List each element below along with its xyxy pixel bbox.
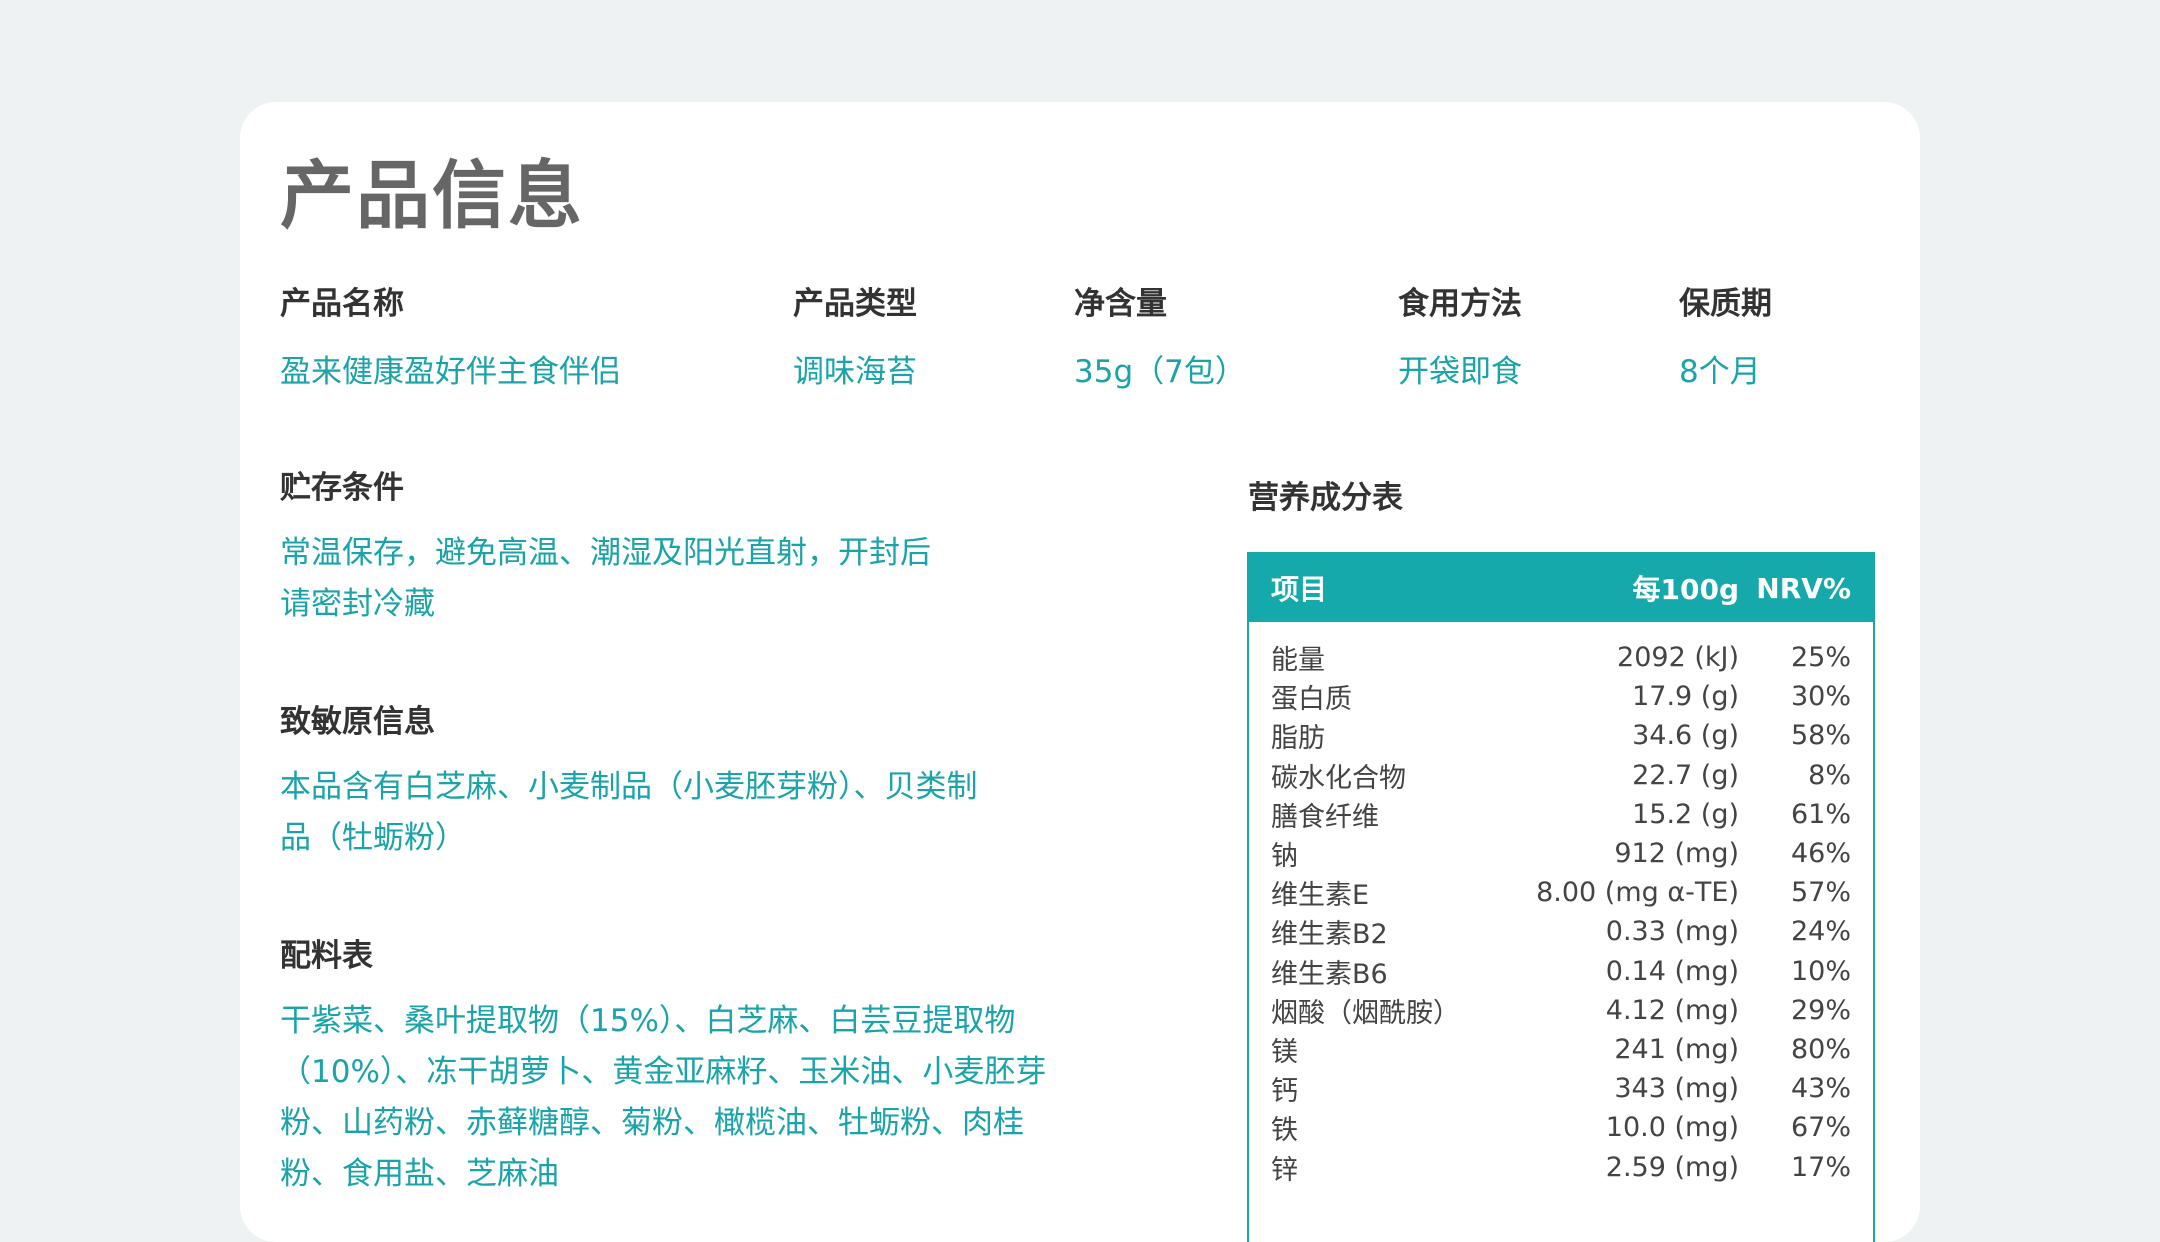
nutrient-name: 能量	[1271, 645, 1325, 677]
nutrient-amount: 4.12 (mg)	[1605, 994, 1739, 1026]
allergen-text: 本品含有白芝麻、小麦制品（小麦胚芽粉）、贝类制品（牡蛎粉）	[280, 769, 978, 856]
nutrient-amount: 8.00 (mg α-TE)	[1536, 877, 1739, 909]
info-shelf-life: 保质期 8个月	[1679, 282, 1772, 394]
info-value: 35g（7包）	[1074, 354, 1246, 390]
table-row: 维生素E 8.00 (mg α-TE) 57%	[1249, 873, 1873, 912]
header-per-100g: 每100g	[1632, 573, 1740, 606]
ingredients-section: 配料表 干紫菜、桑叶提取物（15%）、白芝麻、白芸豆提取物（10%）、冻干胡萝卜…	[280, 934, 1048, 1200]
nutrient-name: 蛋白质	[1271, 684, 1352, 716]
nutrition-title: 营养成分表	[1248, 480, 1403, 516]
nutrient-nrv: 24%	[1790, 916, 1851, 948]
nutrient-nrv: 29%	[1790, 994, 1851, 1026]
info-value: 8个月	[1679, 354, 1761, 390]
nutrient-nrv: 61%	[1790, 798, 1851, 830]
nutrient-name: 膳食纤维	[1271, 801, 1379, 833]
nutrient-name: 烟酸（烟酰胺）	[1271, 997, 1460, 1029]
nutrient-nrv: 46%	[1790, 838, 1851, 870]
table-row: 锌 2.59 (mg) 17%	[1249, 1147, 1873, 1186]
nutrient-amount: 912 (mg)	[1614, 838, 1739, 870]
table-row: 钠 912 (mg) 46%	[1249, 834, 1873, 873]
table-row: 烟酸（烟酰胺） 4.12 (mg) 29%	[1249, 991, 1873, 1030]
storage-label: 贮存条件	[280, 470, 404, 506]
nutrient-nrv: 57%	[1790, 877, 1851, 909]
nutrient-name: 碳水化合物	[1271, 762, 1406, 794]
storage-section: 贮存条件 常温保存，避免高温、潮湿及阳光直射，开封后请密封冷藏	[280, 466, 960, 630]
nutrient-amount: 34.6 (g)	[1632, 720, 1739, 752]
nutrient-nrv: 17%	[1790, 1151, 1851, 1183]
table-row: 铁 10.0 (mg) 67%	[1249, 1108, 1873, 1147]
nutrient-nrv: 8%	[1808, 759, 1851, 791]
ingredients-text: 干紫菜、桑叶提取物（15%）、白芝麻、白芸豆提取物（10%）、冻干胡萝卜、黄金亚…	[280, 1003, 1047, 1192]
info-label: 食用方法	[1398, 286, 1522, 322]
nutrient-nrv: 10%	[1790, 955, 1851, 987]
storage-text: 常温保存，避免高温、潮湿及阳光直射，开封后请密封冷藏	[280, 535, 931, 622]
nutrient-amount: 2.59 (mg)	[1605, 1151, 1739, 1183]
nutrition-table: 项目 每100g NRV% 能量 2092 (kJ) 25% 蛋白质 17.9 (g) 3…	[1247, 552, 1875, 1242]
info-product-type: 产品类型 调味海苔	[793, 282, 917, 394]
page-title: 产品信息	[280, 153, 584, 239]
table-row: 碳水化合物 22.7 (g) 8%	[1249, 756, 1873, 795]
nutrient-name: 脂肪	[1271, 723, 1325, 755]
info-value: 盈来健康盈好伴主食伴侣	[280, 354, 621, 390]
nutrient-name: 铁	[1271, 1115, 1298, 1147]
nutrient-amount: 241 (mg)	[1614, 1033, 1739, 1065]
nutrient-amount: 10.0 (mg)	[1605, 1112, 1739, 1144]
table-row: 脂肪 34.6 (g) 58%	[1249, 716, 1873, 755]
nutrient-nrv: 30%	[1790, 681, 1851, 713]
info-usage: 食用方法 开袋即食	[1398, 282, 1522, 394]
table-row: 镁 241 (mg) 80%	[1249, 1030, 1873, 1069]
table-row: 维生素B6 0.14 (mg) 10%	[1249, 952, 1873, 991]
info-label: 产品类型	[793, 286, 917, 322]
info-value: 开袋即食	[1398, 354, 1522, 390]
nutrient-nrv: 25%	[1790, 642, 1851, 674]
nutrient-name: 维生素B2	[1271, 919, 1388, 951]
product-info-card: 产品信息 产品名称 盈来健康盈好伴主食伴侣 产品类型 调味海苔 净含量 35g（…	[240, 102, 1920, 1242]
header-nrv: NRV%	[1756, 571, 1851, 605]
nutrient-amount: 17.9 (g)	[1632, 681, 1739, 713]
info-product-name: 产品名称 盈来健康盈好伴主食伴侣	[280, 282, 621, 394]
ingredients-label: 配料表	[280, 938, 373, 974]
nutrient-amount: 0.14 (mg)	[1605, 955, 1739, 987]
info-label: 净含量	[1074, 286, 1167, 322]
nutrient-amount: 22.7 (g)	[1632, 759, 1739, 791]
nutrient-name: 钙	[1271, 1076, 1298, 1108]
table-row: 钙 343 (mg) 43%	[1249, 1069, 1873, 1108]
info-label: 保质期	[1679, 286, 1772, 322]
nutrient-nrv: 43%	[1790, 1073, 1851, 1105]
header-item: 项目	[1271, 573, 1328, 606]
allergen-section: 致敏原信息 本品含有白芝麻、小麦制品（小麦胚芽粉）、贝类制品（牡蛎粉）	[280, 700, 980, 864]
nutrient-nrv: 67%	[1790, 1112, 1851, 1144]
nutrient-name: 维生素B6	[1271, 958, 1388, 990]
nutrient-name: 钠	[1271, 841, 1298, 873]
table-row: 蛋白质 17.9 (g) 30%	[1249, 677, 1873, 716]
nutrient-amount: 343 (mg)	[1614, 1073, 1739, 1105]
nutrition-table-body: 能量 2092 (kJ) 25% 蛋白质 17.9 (g) 30% 脂肪 34.6 (g) 58…	[1249, 622, 1873, 1187]
info-net-content: 净含量 35g（7包）	[1074, 282, 1246, 394]
nutrient-name: 维生素E	[1271, 880, 1370, 912]
nutrient-nrv: 80%	[1790, 1033, 1851, 1065]
allergen-label: 致敏原信息	[280, 704, 435, 740]
nutrient-amount: 15.2 (g)	[1632, 798, 1739, 830]
nutrient-amount: 0.33 (mg)	[1605, 916, 1739, 948]
nutrient-nrv: 58%	[1790, 720, 1851, 752]
table-row: 膳食纤维 15.2 (g) 61%	[1249, 795, 1873, 834]
info-value: 调味海苔	[793, 354, 917, 390]
table-row: 能量 2092 (kJ) 25%	[1249, 638, 1873, 677]
nutrient-amount: 2092 (kJ)	[1617, 642, 1739, 674]
nutrient-name: 镁	[1271, 1036, 1298, 1068]
table-row: 维生素B2 0.33 (mg) 24%	[1249, 912, 1873, 951]
nutrient-name: 锌	[1271, 1154, 1298, 1186]
nutrition-table-header: 项目 每100g NRV%	[1249, 554, 1873, 622]
info-label: 产品名称	[280, 286, 404, 322]
